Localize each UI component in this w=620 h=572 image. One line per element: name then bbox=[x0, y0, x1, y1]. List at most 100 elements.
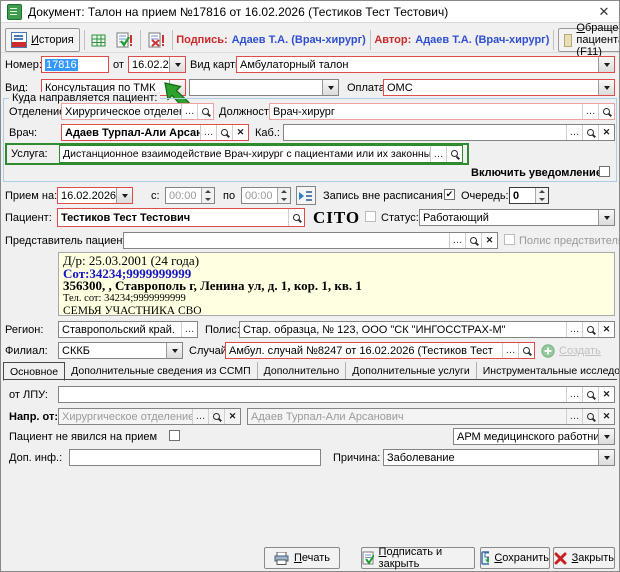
arm-combo[interactable]: АРМ медицинского работника bbox=[453, 428, 615, 445]
unsign-document-button[interactable] bbox=[145, 29, 168, 51]
ellipsis-button[interactable] bbox=[430, 146, 446, 162]
ellipsis-button[interactable] bbox=[566, 409, 582, 424]
tab-instrumental[interactable]: Инструментальные исследования bbox=[477, 362, 620, 379]
reason-combo[interactable]: Заболевание bbox=[383, 449, 615, 466]
case-field[interactable]: Амбул. случай №8247 от 16.02.2026 (Тести… bbox=[225, 342, 535, 359]
ellipsis-button[interactable] bbox=[192, 409, 208, 424]
ellipsis-button[interactable] bbox=[566, 125, 582, 140]
history-button[interactable]: История bbox=[5, 28, 80, 52]
department-label: Отделение: bbox=[9, 106, 68, 118]
search-button[interactable] bbox=[582, 125, 598, 140]
clear-button[interactable] bbox=[232, 125, 248, 140]
dropdown-arrow[interactable] bbox=[598, 80, 614, 95]
clear-button[interactable] bbox=[598, 125, 614, 140]
magnifier-icon bbox=[602, 107, 612, 117]
dropdown-arrow[interactable] bbox=[598, 429, 614, 444]
branch-combo[interactable]: СККБ bbox=[58, 342, 183, 359]
grid-button[interactable] bbox=[88, 29, 109, 51]
clear-button[interactable] bbox=[598, 387, 614, 402]
ellipsis-button[interactable] bbox=[566, 322, 582, 337]
number-field[interactable]: 17816 bbox=[41, 56, 109, 73]
appointment-date-field[interactable]: 16.02.2026 bbox=[57, 187, 133, 204]
ellipsis-button[interactable] bbox=[181, 322, 197, 337]
add-info-field[interactable] bbox=[69, 449, 321, 466]
create-case-button[interactable]: Создать bbox=[541, 342, 617, 359]
tab-additional-services[interactable]: Дополнительные услуги bbox=[346, 362, 477, 379]
ellipsis-button[interactable] bbox=[566, 387, 582, 402]
author-value: Адаев Т.А. (Врач-хирург) bbox=[415, 34, 549, 46]
tab-additional[interactable]: Дополнительно bbox=[258, 362, 347, 379]
search-button[interactable] bbox=[465, 233, 481, 248]
dropdown-arrow[interactable] bbox=[598, 57, 614, 72]
dropdown-arrow[interactable] bbox=[166, 343, 182, 358]
search-button[interactable] bbox=[288, 209, 304, 226]
ref-doctor-field[interactable]: Адаев Турпал-Али Арсанович bbox=[247, 408, 615, 425]
dropdown-arrow[interactable] bbox=[169, 57, 185, 72]
doctor-field[interactable]: Адаев Турпал-Али Арсанович bbox=[61, 124, 249, 141]
print-button[interactable]: Печать bbox=[264, 547, 340, 569]
dropdown-arrow[interactable] bbox=[116, 188, 132, 203]
search-button[interactable] bbox=[582, 387, 598, 402]
queue-spinner[interactable] bbox=[535, 188, 548, 203]
clear-button[interactable] bbox=[598, 409, 614, 424]
clear-button[interactable] bbox=[598, 322, 614, 337]
representative-field[interactable] bbox=[123, 232, 498, 249]
dropdown-arrow[interactable] bbox=[598, 450, 614, 465]
position-field[interactable]: Врач-хирург bbox=[269, 103, 615, 120]
time-to-field[interactable]: 00:00 bbox=[241, 187, 291, 204]
save-label: Сохранить bbox=[494, 552, 549, 564]
ellipsis-button[interactable] bbox=[181, 104, 197, 119]
search-button[interactable] bbox=[598, 104, 614, 119]
tab-ssmp-info[interactable]: Дополнительные сведения из ССМП bbox=[65, 362, 258, 379]
policy-field[interactable]: Стар. образца, № 123, ООО "СК "ИНГОССТРА… bbox=[239, 321, 615, 338]
policy-label: Полис: bbox=[205, 324, 240, 336]
magnifier-icon bbox=[586, 128, 596, 138]
search-button[interactable] bbox=[197, 104, 213, 119]
window-close-button[interactable]: ✕ bbox=[595, 3, 613, 21]
position-value: Врач-хирург bbox=[273, 106, 582, 118]
service-field[interactable]: Дистанционное взаимодействие Врач-хирург… bbox=[59, 145, 463, 163]
sign-and-close-button[interactable]: Подписать и закрыть bbox=[361, 547, 475, 569]
card-type-combo[interactable]: Амбулаторный талон bbox=[236, 56, 615, 73]
off-schedule-checkbox[interactable] bbox=[444, 189, 455, 200]
cabinet-field[interactable] bbox=[283, 124, 615, 141]
search-button[interactable] bbox=[216, 125, 232, 140]
no-show-checkbox[interactable] bbox=[169, 430, 180, 441]
close-button[interactable]: Закрыть bbox=[553, 547, 615, 569]
sign-document-button[interactable] bbox=[113, 29, 136, 51]
cito-checkbox[interactable] bbox=[365, 211, 376, 222]
queue-field[interactable]: 0 bbox=[509, 187, 549, 204]
ellipsis-button[interactable] bbox=[200, 125, 216, 140]
ellipsis-button[interactable] bbox=[502, 343, 518, 358]
search-button[interactable] bbox=[208, 409, 224, 424]
dropdown-arrow[interactable] bbox=[598, 210, 614, 225]
patient-field[interactable]: Тестиков Тест Тестович bbox=[57, 208, 305, 227]
search-button[interactable] bbox=[446, 146, 462, 162]
magnifier-icon bbox=[586, 412, 596, 422]
save-button[interactable]: Сохранить bbox=[480, 547, 550, 569]
region-field[interactable]: Ставропольский край. bbox=[58, 321, 198, 338]
time-from-field[interactable]: 00:00 bbox=[165, 187, 215, 204]
status-combo[interactable]: Работающий bbox=[419, 209, 615, 226]
schedule-button[interactable] bbox=[296, 186, 316, 205]
time-from-spinner[interactable] bbox=[201, 188, 214, 203]
kind-extra-combo[interactable] bbox=[189, 79, 339, 96]
department-field[interactable]: Хирургическое отделение bbox=[61, 103, 214, 120]
dropdown-arrow[interactable] bbox=[322, 80, 338, 95]
document-datetime-field[interactable]: 16.02.2026 14:0 bbox=[128, 56, 186, 73]
rep-policy-checkbox[interactable] bbox=[504, 234, 515, 245]
ellipsis-button[interactable] bbox=[582, 104, 598, 119]
search-button[interactable] bbox=[582, 322, 598, 337]
payment-combo[interactable]: ОМС bbox=[383, 79, 615, 96]
search-button[interactable] bbox=[518, 343, 534, 358]
lpu-field[interactable] bbox=[58, 386, 615, 403]
patient-appeals-button[interactable]: Обращения пациента (F11) bbox=[558, 28, 620, 52]
clear-button[interactable] bbox=[481, 233, 497, 248]
notify-checkbox[interactable] bbox=[599, 166, 610, 177]
card-type-value: Амбулаторный талон bbox=[240, 59, 598, 71]
search-button[interactable] bbox=[582, 409, 598, 424]
ellipsis-button[interactable] bbox=[449, 233, 465, 248]
time-to-spinner[interactable] bbox=[277, 188, 290, 203]
ref-department-field[interactable]: Хирургическое отделение bbox=[58, 408, 241, 425]
clear-button[interactable] bbox=[224, 409, 240, 424]
